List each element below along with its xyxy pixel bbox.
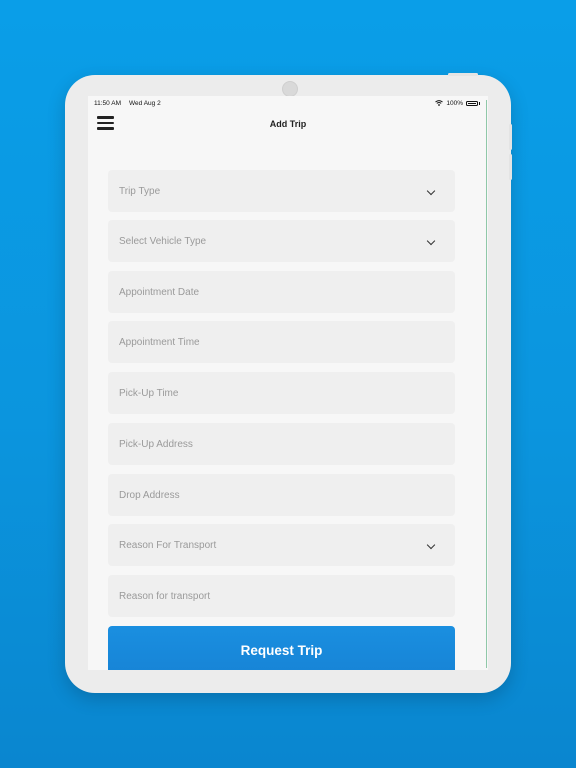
reason-text-field[interactable]: Reason for transport xyxy=(108,575,455,617)
status-bar: 11:50 AM Wed Aug 2 100% xyxy=(88,96,488,110)
page-title: Add Trip xyxy=(269,119,307,129)
pickup-time-field[interactable]: Pick-Up Time xyxy=(108,372,455,414)
volume-down-button xyxy=(509,154,512,180)
battery-tip xyxy=(479,101,480,105)
appointment-date-placeholder: Appointment Date xyxy=(119,286,200,298)
status-time: 11:50 AM xyxy=(94,100,121,107)
screen-edge-line xyxy=(486,100,487,668)
reason-text-placeholder: Reason for transport xyxy=(119,590,211,602)
status-date: Wed Aug 2 xyxy=(129,100,161,107)
appointment-date-field[interactable]: Appointment Date xyxy=(108,271,455,313)
vehicle-type-select[interactable]: Select Vehicle Type xyxy=(108,220,455,262)
trip-type-label: Trip Type xyxy=(119,185,161,197)
volume-up-button xyxy=(509,124,512,150)
app-screen: 11:50 AM Wed Aug 2 100% Add Trip Trip Ty… xyxy=(88,96,488,670)
status-indicators: 100% xyxy=(435,99,480,107)
reason-select-label: Reason For Transport xyxy=(119,539,217,551)
camera-icon xyxy=(282,81,298,97)
request-trip-button[interactable]: Request Trip xyxy=(108,626,455,670)
power-button xyxy=(448,73,478,76)
chevron-down-icon xyxy=(426,186,436,196)
reason-select[interactable]: Reason For Transport xyxy=(108,524,455,566)
nav-bar: Add Trip xyxy=(88,110,488,140)
vehicle-type-label: Select Vehicle Type xyxy=(119,235,207,247)
appointment-time-placeholder: Appointment Time xyxy=(119,336,200,348)
drop-address-placeholder: Drop Address xyxy=(119,489,180,501)
pickup-address-placeholder: Pick-Up Address xyxy=(119,438,193,450)
battery-icon xyxy=(466,100,478,106)
pickup-time-placeholder: Pick-Up Time xyxy=(119,387,179,399)
battery-percent: 100% xyxy=(446,99,463,107)
chevron-down-icon xyxy=(426,540,436,550)
trip-type-select[interactable]: Trip Type xyxy=(108,170,455,212)
pickup-address-field[interactable]: Pick-Up Address xyxy=(108,423,455,465)
chevron-down-icon xyxy=(426,236,436,246)
drop-address-field[interactable]: Drop Address xyxy=(108,474,455,516)
appointment-time-field[interactable]: Appointment Time xyxy=(108,321,455,363)
wifi-icon xyxy=(435,100,444,106)
